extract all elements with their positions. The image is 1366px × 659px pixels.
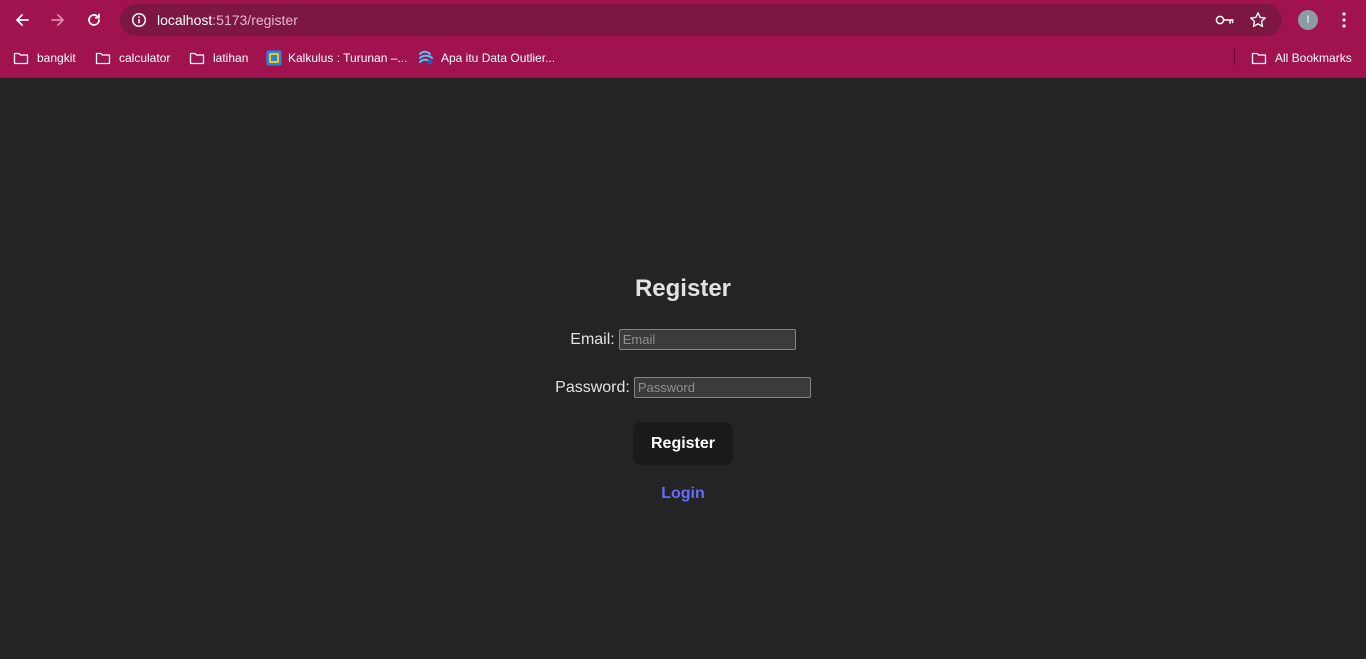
all-bookmarks-button[interactable]: All Bookmarks xyxy=(1251,48,1352,68)
kalkulus-favicon-icon xyxy=(266,50,282,66)
password-field[interactable] xyxy=(633,377,811,398)
bookmark-latihan[interactable]: latihan xyxy=(189,48,248,68)
bookmark-label: Apa itu Data Outlier... xyxy=(441,51,556,65)
profile-avatar[interactable]: I xyxy=(1298,10,1318,30)
page-content: Register Email: Password: Register Login xyxy=(0,78,1366,659)
reload-button[interactable] xyxy=(82,8,106,32)
browser-menu-button[interactable] xyxy=(1334,8,1354,32)
back-button[interactable] xyxy=(10,8,34,32)
reload-icon xyxy=(88,13,100,26)
info-icon xyxy=(131,12,147,28)
email-row: Email: xyxy=(0,329,1366,350)
star-icon xyxy=(1250,12,1266,28)
register-button[interactable]: Register xyxy=(633,422,733,465)
bookmark-bangkit[interactable]: bangkit xyxy=(13,48,76,68)
url-host: localhost xyxy=(157,12,213,28)
email-label: Email: xyxy=(570,330,615,348)
page-title: Register xyxy=(634,275,732,302)
url-text[interactable]: localhost:5173/register xyxy=(157,12,298,28)
bookmark-data-outlier[interactable]: Apa itu Data Outlier... xyxy=(418,48,555,68)
all-bookmarks-label: All Bookmarks xyxy=(1275,51,1352,65)
folder-icon xyxy=(95,50,111,66)
site-info-button[interactable] xyxy=(128,9,150,31)
more-vertical-icon xyxy=(1342,12,1346,28)
folder-icon xyxy=(189,50,205,66)
bookmark-label: Kalkulus : Turunan –... xyxy=(288,51,408,65)
bookmark-calculator[interactable]: calculator xyxy=(95,48,170,68)
folder-icon xyxy=(1251,50,1267,66)
arrow-right-icon xyxy=(51,14,64,26)
browser-toolbar: localhost:5173/register I xyxy=(0,0,1366,40)
arrow-left-icon xyxy=(16,14,29,26)
login-link-container: Login xyxy=(0,484,1366,504)
bookmarks-divider xyxy=(1234,48,1235,66)
password-row: Password: xyxy=(0,377,1366,398)
bookmark-label: latihan xyxy=(213,51,249,65)
password-key-button[interactable] xyxy=(1215,10,1235,30)
email-field[interactable] xyxy=(618,329,796,350)
bookmark-label: bangkit xyxy=(37,51,76,65)
key-icon xyxy=(1215,15,1234,25)
bookmark-star-button[interactable] xyxy=(1248,10,1268,30)
bookmark-kalkulus[interactable]: Kalkulus : Turunan –... xyxy=(266,48,407,68)
login-link[interactable]: Login xyxy=(661,485,705,502)
password-label: Password: xyxy=(555,378,630,396)
forward-button[interactable] xyxy=(46,8,70,32)
bookmarks-bar: bangkit calculator latihan Kalkulus : Tu… xyxy=(0,40,1366,78)
outlier-favicon-icon xyxy=(418,50,434,66)
url-path: :5173/register xyxy=(212,12,298,28)
folder-icon xyxy=(13,50,29,66)
address-bar[interactable]: localhost:5173/register xyxy=(120,4,1282,36)
bookmark-label: calculator xyxy=(119,51,171,65)
